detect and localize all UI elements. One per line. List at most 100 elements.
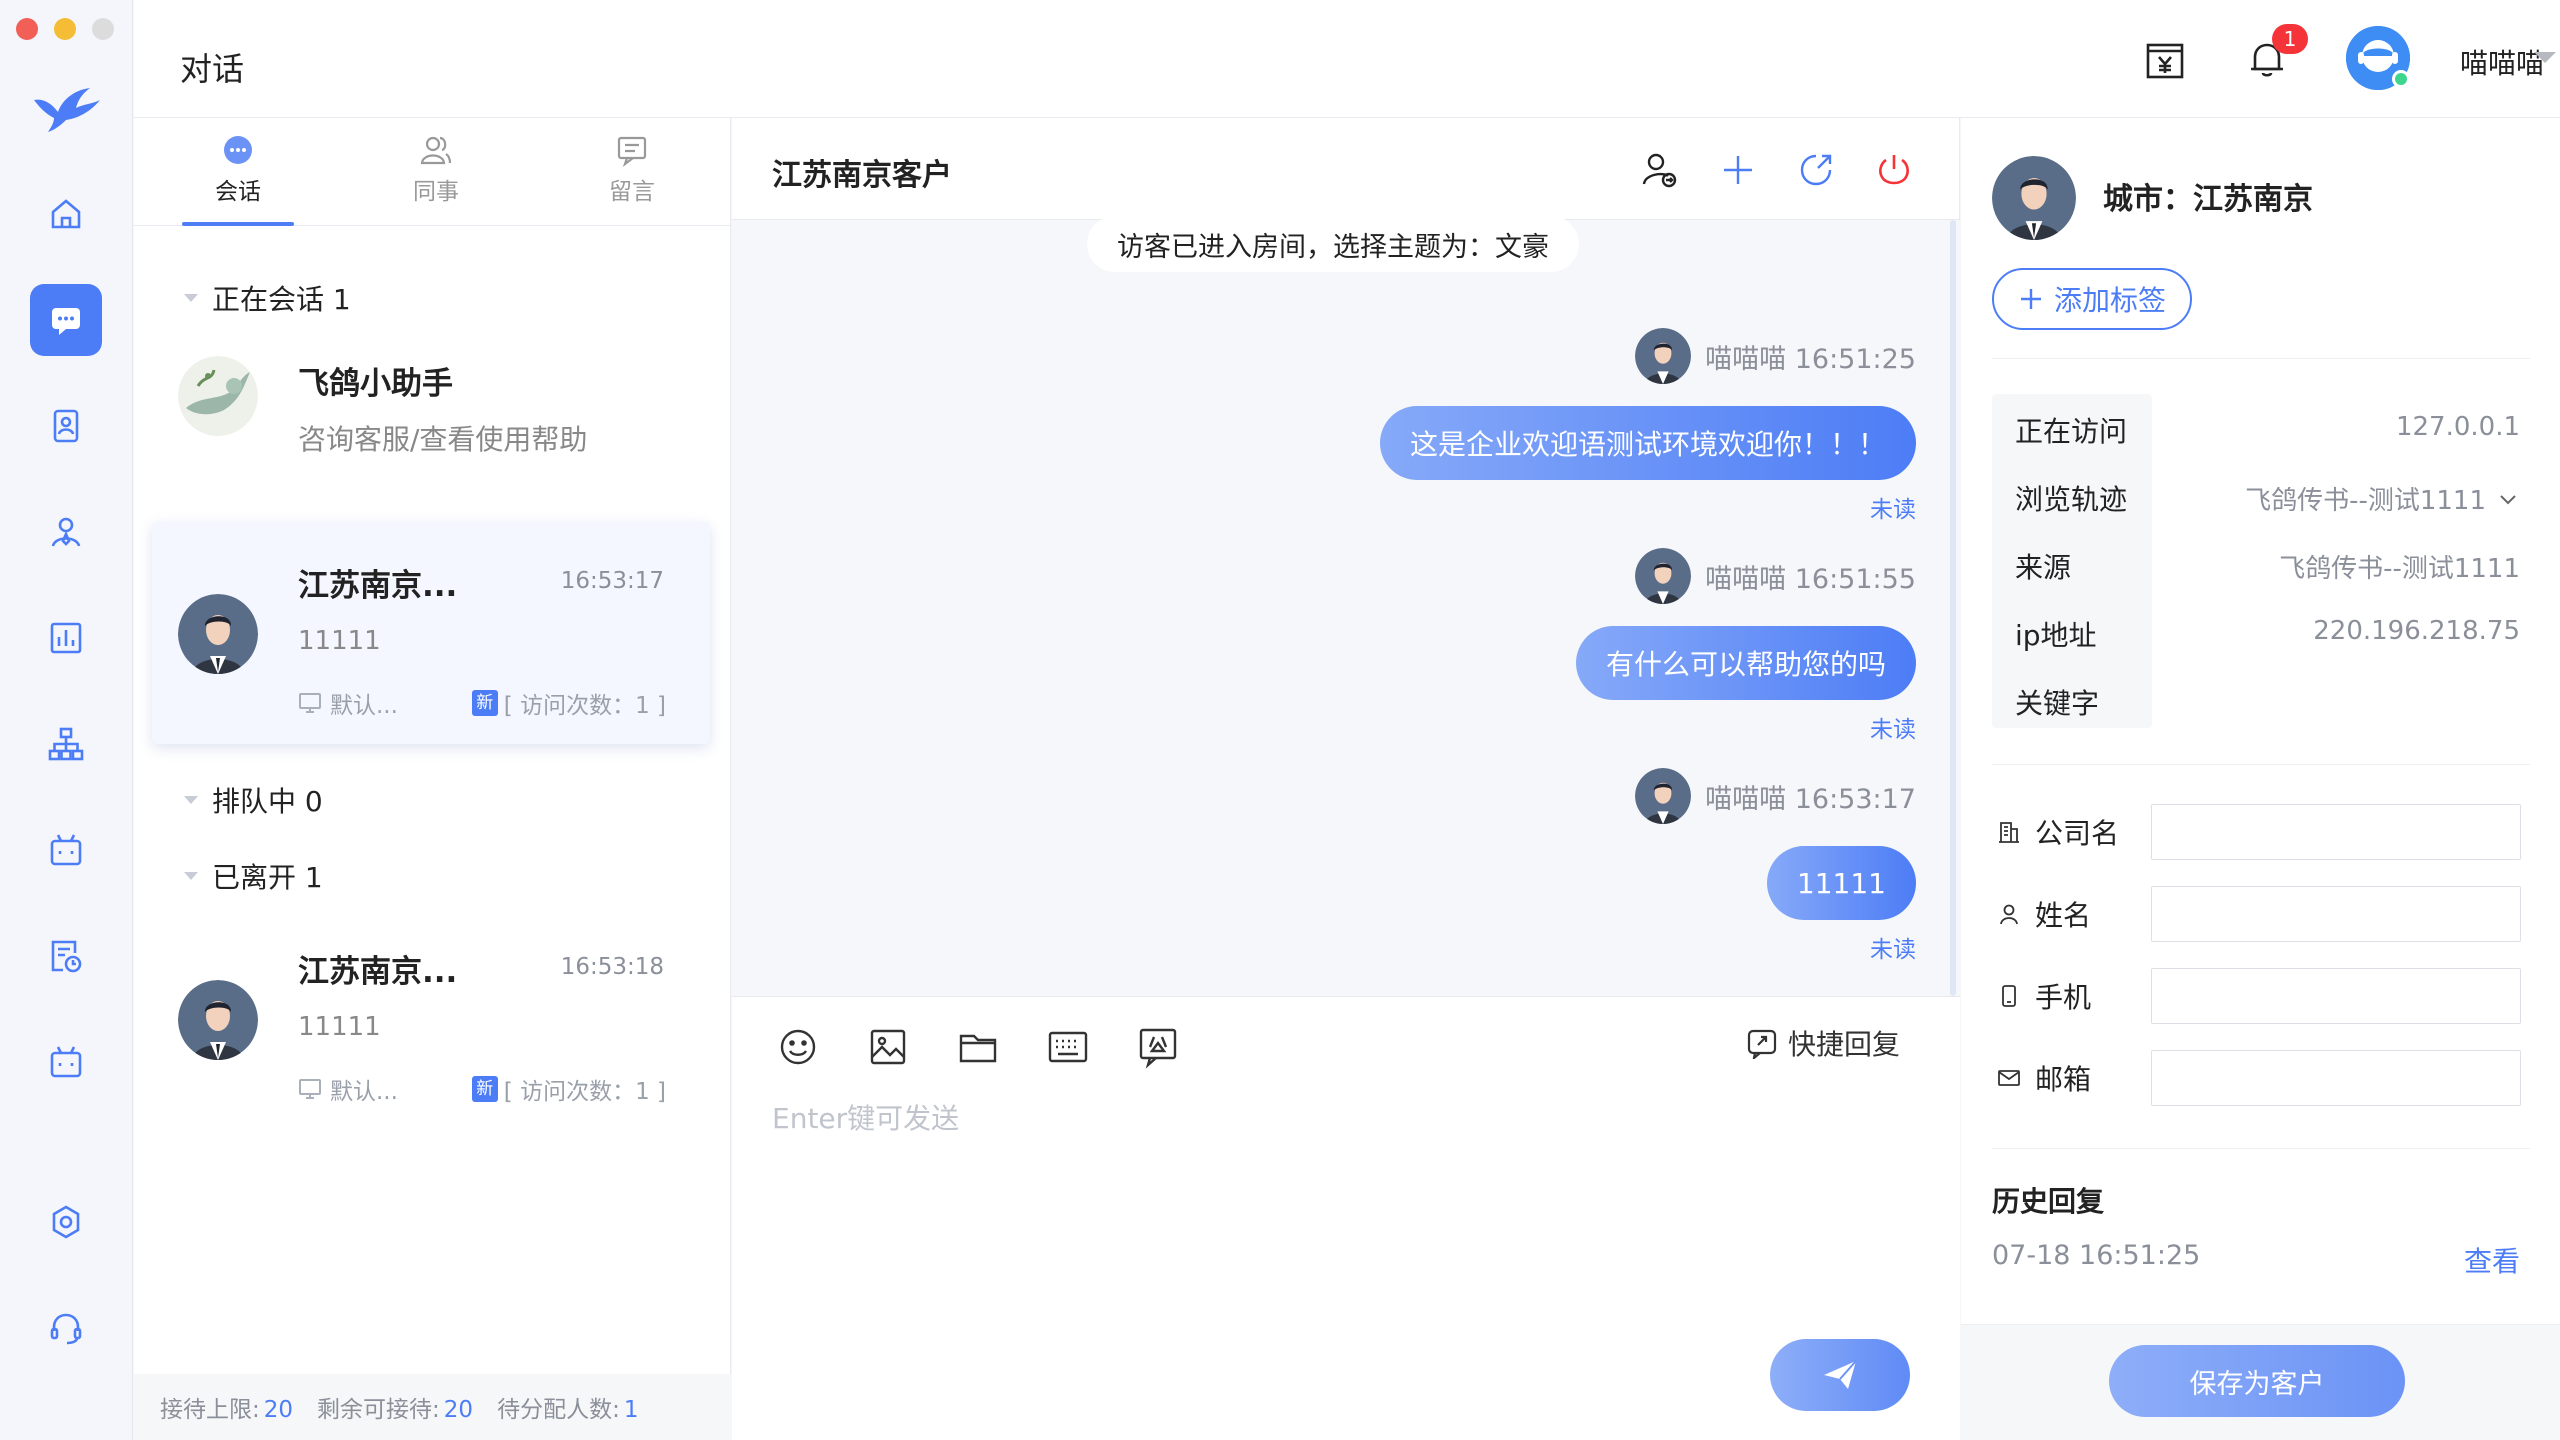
app-logo-icon: [34, 88, 100, 132]
agent-avatar: [1635, 548, 1692, 604]
org-icon[interactable]: [30, 708, 102, 780]
page-title: 对话: [180, 50, 245, 88]
minimize-window-button[interactable]: [54, 18, 76, 40]
phone-icon: [2002, 985, 2016, 1007]
bot-icon[interactable]: [30, 814, 102, 886]
session-list-panel: 会话 同事 留言 正在会话 1 飞鸽小助手 咨询客服/查看使用帮助 江苏南京..…: [134, 118, 731, 1440]
group-queue[interactable]: 排队中 0: [184, 780, 323, 820]
quick-reply-icon: [1747, 1029, 1777, 1059]
notice-icon[interactable]: [1136, 1025, 1180, 1069]
image-icon[interactable]: [866, 1025, 910, 1069]
list-item-left[interactable]: 江苏南京... 16:53:18 11111 默认... 新 [ 访问次数：1 …: [152, 908, 710, 1130]
read-status: 未读: [1870, 497, 1916, 523]
message-list: 访客已进入房间，选择主题为：文豪 喵喵喵 16:51:25 这是企业欢迎语测试环…: [732, 216, 1960, 996]
chat-bubble-icon: [224, 136, 252, 164]
tab-colleagues[interactable]: 同事: [376, 132, 496, 226]
list-item-ongoing[interactable]: 江苏南京... 16:53:17 11111 默认... 新 [ 访问次数：1 …: [152, 522, 710, 744]
scrollbar[interactable]: [1950, 220, 1956, 996]
customer-avatar: [178, 594, 258, 674]
window-controls: [16, 18, 114, 40]
bot2-icon[interactable]: [30, 1026, 102, 1098]
person-icon: [2000, 904, 2018, 925]
visitor-avatar: [1992, 156, 2076, 240]
history-title: 历史回复: [1992, 1185, 2105, 1218]
phone-field[interactable]: [2151, 968, 2521, 1024]
top-bar: 对话 1 喵喵喵: [134, 0, 2560, 118]
plus-icon: [2021, 289, 2041, 309]
add-tag-button[interactable]: 添加标签: [1992, 268, 2193, 330]
system-message: 访客已进入房间，选择主题为：文豪: [1087, 216, 1579, 272]
bell-icon[interactable]: 1: [2242, 24, 2308, 84]
quick-reply-button[interactable]: 快捷回复: [1746, 1023, 1900, 1063]
transfer-user-icon[interactable]: [1640, 150, 1680, 190]
composer-area: 快捷回复: [732, 996, 1960, 1440]
add-icon[interactable]: [1718, 150, 1758, 190]
report-icon[interactable]: [30, 920, 102, 992]
username[interactable]: 喵喵喵: [2460, 42, 2544, 82]
message-meta: 喵喵喵 16:51:55: [1635, 548, 1916, 604]
message-meta: 喵喵喵 16:51:25: [1635, 328, 1916, 384]
message-input[interactable]: [772, 1097, 1892, 1297]
settings-icon[interactable]: [30, 1186, 102, 1258]
history-time: 07-18 16:51:25: [1992, 1240, 2201, 1271]
notification-badge: 1: [2272, 24, 2308, 54]
group-ongoing[interactable]: 正在会话 1: [184, 278, 351, 318]
visitor-city: 城市：江苏南京: [2103, 182, 2313, 217]
message-icon: [617, 136, 647, 167]
chat-panel: 江苏南京客户 访客已进入房间，选择主题为：文豪 喵喵喵 16:51:25 这是企…: [732, 118, 1960, 1440]
save-as-customer-button[interactable]: 保存为客户: [2109, 1345, 2405, 1417]
message-bubble[interactable]: 11111: [1766, 846, 1916, 920]
info-footer: 保存为客户: [1961, 1324, 2560, 1440]
message-bubble[interactable]: 有什么可以帮助您的吗: [1575, 626, 1916, 700]
send-icon: [1824, 1360, 1857, 1389]
assistant-avatar: [178, 356, 258, 436]
track-dropdown[interactable]: 飞鸽传书--测试1111: [2245, 480, 2520, 517]
tab-sessions[interactable]: 会话: [178, 132, 298, 226]
chat-icon[interactable]: [30, 284, 102, 356]
colleagues-icon: [420, 136, 452, 165]
stats-icon[interactable]: [30, 602, 102, 674]
tab-messages[interactable]: 留言: [572, 132, 692, 226]
close-window-button[interactable]: [16, 18, 38, 40]
read-status: 未读: [1870, 937, 1916, 963]
visit-label: 正在访问: [2015, 415, 2128, 448]
company-field[interactable]: [2151, 804, 2521, 860]
share-icon[interactable]: [1796, 150, 1836, 190]
history-view-link[interactable]: 查看: [2464, 1240, 2520, 1280]
list-item-assistant[interactable]: 飞鸽小助手 咨询客服/查看使用帮助: [152, 346, 710, 486]
mail-icon: [1998, 1070, 2020, 1086]
keyboard-icon[interactable]: [1046, 1025, 1090, 1069]
new-badge: 新: [471, 1076, 498, 1102]
headset-icon[interactable]: [30, 1292, 102, 1364]
avatar[interactable]: [2346, 26, 2410, 90]
user-icon[interactable]: [30, 496, 102, 568]
ip-label: ip地址: [2015, 619, 2097, 652]
visit-value: 127.0.0.1: [2395, 412, 2520, 442]
group-left[interactable]: 已离开 1: [184, 856, 323, 896]
monitor-icon: [299, 693, 321, 713]
yuan-invoice-icon[interactable]: [2140, 34, 2190, 84]
divider: [1992, 1148, 2530, 1149]
customer-avatar: [178, 980, 258, 1060]
contact-card-icon[interactable]: [30, 390, 102, 462]
send-button[interactable]: [1770, 1339, 1910, 1411]
source-value: 飞鸽传书--测试1111: [2279, 554, 2520, 584]
home-icon[interactable]: [30, 178, 102, 250]
folder-icon[interactable]: [956, 1025, 1000, 1069]
online-status-dot: [2392, 70, 2410, 88]
emoji-icon[interactable]: [776, 1025, 820, 1069]
ip-value: 220.196.218.75: [2313, 616, 2520, 646]
email-field[interactable]: [2151, 1050, 2521, 1106]
name-field[interactable]: [2151, 886, 2521, 942]
power-icon[interactable]: [1874, 150, 1914, 190]
divider: [1992, 358, 2530, 359]
maximize-window-button[interactable]: [92, 18, 114, 40]
divider: [1992, 764, 2530, 765]
message-bubble[interactable]: 这是企业欢迎语测试环境欢迎你！！！: [1379, 406, 1916, 480]
chevron-down-icon[interactable]: [2534, 52, 2556, 63]
chevron-down-icon: [2500, 494, 2516, 504]
track-label: 浏览轨迹: [2015, 483, 2128, 516]
keyword-label: 关键字: [2015, 687, 2100, 720]
source-label: 来源: [2015, 551, 2072, 584]
chat-title: 江苏南京客户: [772, 158, 952, 193]
